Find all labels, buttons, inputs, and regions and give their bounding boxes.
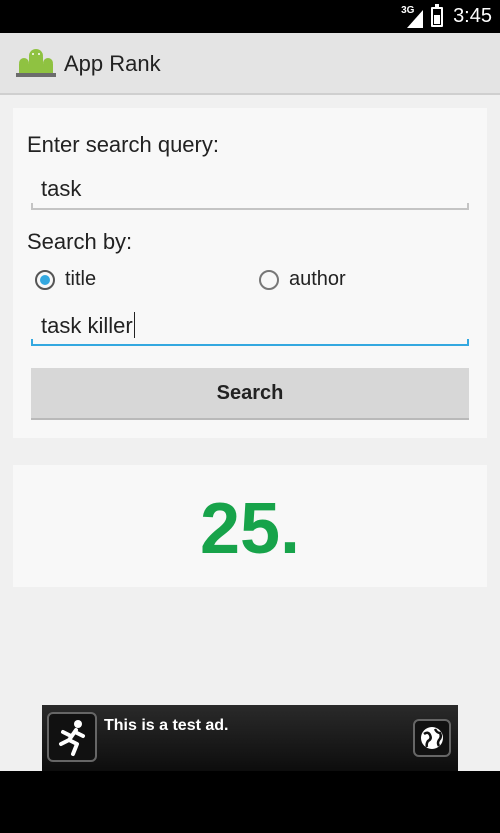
signal-icon: 3G xyxy=(401,5,425,28)
app-title: App Rank xyxy=(64,51,161,76)
radio-unchecked-icon xyxy=(259,269,279,290)
action-bar: App Rank xyxy=(0,33,500,95)
battery-icon xyxy=(431,3,444,27)
ad-text: This is a test ad. xyxy=(104,717,229,734)
search-card: Enter search query: task Search by: titl… xyxy=(13,108,487,438)
status-icons: 3G 3:45 xyxy=(401,0,492,33)
radio-author-label: author xyxy=(289,268,346,290)
search-by-label: Search by: xyxy=(27,229,133,254)
search-term-input[interactable]: task killer xyxy=(31,306,469,346)
text-caret xyxy=(133,312,135,338)
bottom-bar xyxy=(0,771,500,833)
status-bar: 3G 3:45 xyxy=(0,0,500,33)
clock: 3:45 xyxy=(453,5,492,27)
android-group-icon[interactable] xyxy=(16,47,56,79)
radio-checked-icon xyxy=(35,269,55,290)
radio-title-label: title xyxy=(65,268,97,290)
globe-icon[interactable] xyxy=(413,719,451,757)
ad-banner[interactable]: This is a test ad. xyxy=(42,705,458,771)
term-value: task killer xyxy=(41,313,133,338)
radio-title[interactable]: title xyxy=(35,268,96,291)
rank-value: 25. xyxy=(199,489,301,569)
search-query-input[interactable]: task xyxy=(31,170,469,210)
search-button[interactable]: Search xyxy=(31,368,469,420)
result-card: 25. xyxy=(13,465,487,587)
running-man-icon xyxy=(47,712,97,762)
query-label: Enter search query: xyxy=(27,132,219,157)
query-value: task xyxy=(41,176,82,201)
radio-author[interactable]: author xyxy=(259,268,346,291)
